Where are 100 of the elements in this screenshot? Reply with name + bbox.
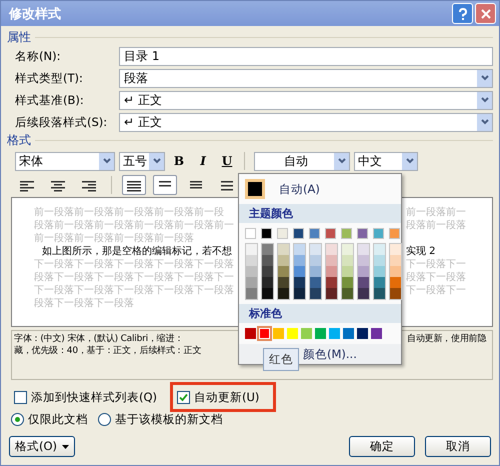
dropdown-field[interactable]: ↵ 正文 — [119, 112, 493, 132]
color-swatch[interactable] — [342, 266, 353, 277]
color-swatch[interactable] — [374, 255, 385, 266]
color-swatch[interactable] — [294, 255, 305, 266]
text-style-button[interactable]: B — [169, 152, 189, 170]
ok-button[interactable]: 确定 — [349, 436, 415, 457]
color-swatch[interactable] — [357, 328, 368, 339]
color-swatch[interactable] — [278, 255, 289, 266]
color-swatch[interactable] — [326, 288, 337, 299]
color-swatch[interactable] — [245, 328, 256, 339]
font-dropdown[interactable]: 宋体 — [15, 152, 115, 170]
color-dropdown[interactable]: 自动 — [254, 152, 350, 170]
color-swatch[interactable] — [310, 244, 321, 255]
color-swatch[interactable] — [371, 328, 382, 339]
color-swatch[interactable] — [246, 244, 257, 255]
language-dropdown[interactable]: 中文 — [354, 152, 418, 170]
color-swatch[interactable] — [374, 244, 385, 255]
color-swatch[interactable] — [278, 266, 289, 277]
paragraph-format-button[interactable] — [122, 175, 146, 195]
close-icon — [480, 8, 490, 18]
color-swatch[interactable] — [262, 277, 273, 288]
cancel-button[interactable]: 取消 — [425, 436, 491, 457]
color-swatch[interactable] — [358, 255, 369, 266]
color-swatch[interactable] — [329, 328, 340, 339]
more-colors-item[interactable]: 颜色(M)... — [303, 346, 357, 362]
color-swatch[interactable] — [310, 255, 321, 266]
caret-icon — [62, 444, 70, 448]
color-swatch[interactable] — [341, 228, 352, 239]
field-label: 名称(N): — [15, 48, 62, 64]
color-swatch[interactable] — [246, 266, 257, 277]
input-field[interactable]: 目录 1 — [119, 46, 493, 66]
color-swatch[interactable] — [373, 228, 384, 239]
color-swatch[interactable] — [310, 266, 321, 277]
radio-button[interactable] — [11, 412, 24, 426]
color-swatch[interactable] — [273, 328, 284, 339]
preview-text: 段落前一段落前一段落前一段落前一段落前一 — [34, 219, 234, 232]
color-swatch[interactable] — [278, 277, 289, 288]
color-swatch[interactable] — [309, 228, 320, 239]
color-swatch[interactable] — [374, 288, 385, 299]
text-style-button[interactable]: U — [217, 152, 237, 170]
color-swatch[interactable] — [389, 228, 400, 239]
color-swatch[interactable] — [342, 255, 353, 266]
close-button[interactable] — [475, 3, 496, 24]
color-swatch[interactable] — [390, 277, 401, 288]
color-swatch[interactable] — [262, 288, 273, 299]
color-swatch[interactable] — [310, 277, 321, 288]
color-swatch[interactable] — [310, 288, 321, 299]
color-swatch[interactable] — [343, 328, 354, 339]
color-swatch[interactable] — [358, 277, 369, 288]
dropdown-field[interactable]: 段落 — [119, 68, 493, 88]
alignment-icon — [125, 178, 143, 192]
color-swatch[interactable] — [326, 266, 337, 277]
color-swatch[interactable] — [294, 266, 305, 277]
color-swatch[interactable] — [262, 244, 273, 255]
text-style-button[interactable]: I — [193, 152, 213, 170]
color-swatch[interactable] — [358, 244, 369, 255]
size-dropdown[interactable]: 五号 — [119, 152, 165, 170]
color-swatch[interactable] — [374, 266, 385, 277]
color-swatch[interactable] — [246, 255, 257, 266]
color-swatch[interactable] — [390, 244, 401, 255]
color-swatch[interactable] — [325, 228, 336, 239]
preview-text: 段落前一段落 — [406, 219, 466, 232]
color-swatch[interactable] — [301, 328, 312, 339]
color-swatch[interactable] — [390, 255, 401, 266]
color-swatch[interactable] — [287, 328, 298, 339]
color-swatch[interactable] — [294, 277, 305, 288]
radio-button[interactable] — [98, 412, 111, 426]
color-swatch[interactable] — [293, 228, 304, 239]
color-swatch[interactable] — [342, 244, 353, 255]
dropdown-field[interactable]: ↵ 正文 — [119, 90, 493, 110]
color-swatch[interactable] — [294, 288, 305, 299]
paragraph-format-button[interactable] — [153, 175, 177, 195]
color-swatch[interactable] — [326, 277, 337, 288]
help-button[interactable] — [452, 3, 473, 24]
color-swatch[interactable] — [390, 288, 401, 299]
color-swatch[interactable] — [277, 228, 288, 239]
checkbox[interactable] — [14, 390, 27, 404]
color-swatch[interactable] — [315, 328, 326, 339]
checkbox[interactable] — [177, 390, 190, 404]
color-swatch[interactable] — [245, 228, 256, 239]
color-swatch[interactable] — [390, 266, 401, 277]
color-swatch[interactable] — [294, 244, 305, 255]
automatic-color-item[interactable]: 自动(A) — [241, 176, 399, 202]
color-swatch[interactable] — [358, 266, 369, 277]
color-swatch[interactable] — [261, 228, 272, 239]
description-text: 字体：(中文) 宋体，(默认) Calibri，缩进： — [14, 333, 184, 345]
color-swatch[interactable] — [374, 277, 385, 288]
color-swatch[interactable] — [342, 277, 353, 288]
color-swatch[interactable] — [246, 277, 257, 288]
color-swatch[interactable] — [326, 244, 337, 255]
color-swatch[interactable] — [358, 288, 369, 299]
color-swatch[interactable] — [357, 228, 368, 239]
color-swatch[interactable] — [278, 244, 289, 255]
color-swatch[interactable] — [326, 255, 337, 266]
color-swatch[interactable] — [278, 288, 289, 299]
format-menu-button[interactable]: 格式(O) — [9, 436, 75, 457]
color-swatch[interactable] — [342, 288, 353, 299]
color-swatch[interactable] — [262, 266, 273, 277]
color-swatch[interactable] — [246, 288, 257, 299]
color-swatch[interactable] — [262, 255, 273, 266]
